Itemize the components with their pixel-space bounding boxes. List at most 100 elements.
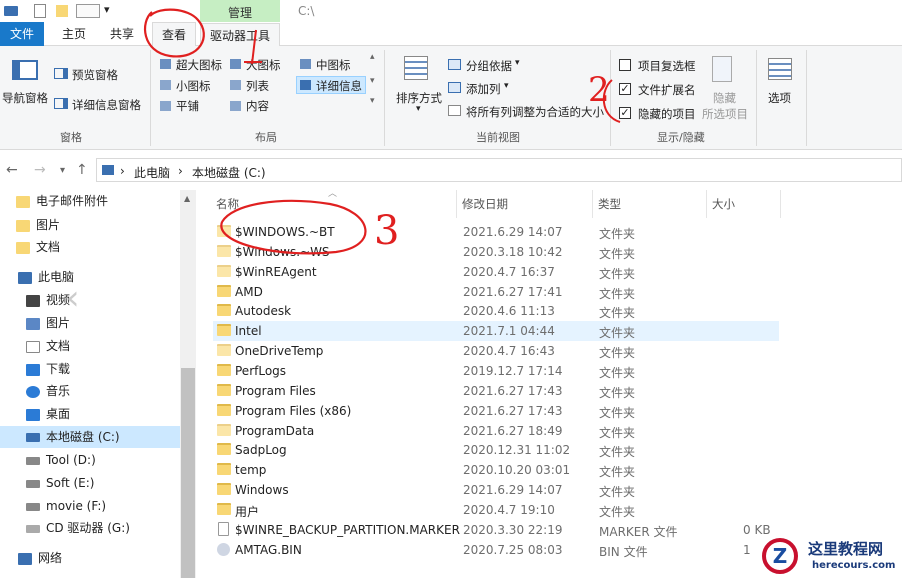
hidden-items-label[interactable]: 隐藏的项目	[638, 106, 696, 122]
table-row[interactable]: $WINRE_BACKUP_PARTITION.MARKER 2020.3.30 …	[213, 520, 779, 540]
nav-item[interactable]: 图片	[26, 312, 70, 334]
nav-item[interactable]: 文档	[16, 236, 60, 258]
manage-tab-label[interactable]: 管理	[228, 4, 252, 21]
table-row[interactable]: $WINDOWS.~BT 2021.6.29 14:07 文件夹	[213, 222, 779, 242]
nav-pane-button[interactable]: 导航窗格	[2, 90, 48, 106]
column-divider[interactable]	[706, 190, 707, 218]
file-type: 文件夹	[599, 385, 636, 400]
table-row[interactable]: Windows 2021.6.29 14:07 文件夹	[213, 480, 779, 500]
nav-item-selected[interactable]: 本地磁盘 (C:)	[0, 426, 180, 448]
layout-tiles[interactable]: 平铺	[176, 98, 199, 114]
sort-by-dropdown-icon[interactable]: ▾	[416, 104, 421, 114]
preview-pane-button[interactable]: 预览窗格	[72, 67, 118, 83]
table-row[interactable]: Intel 2021.7.1 04:44 文件夹	[213, 321, 779, 342]
file-date: 2021.6.27 17:41	[463, 284, 563, 299]
breadcrumb-this-pc[interactable]: 此电脑	[134, 164, 170, 181]
nav-item-label: 桌面	[46, 407, 71, 421]
layout-scroll-down-icon[interactable]: ▾	[370, 76, 375, 86]
tab-view[interactable]: 查看	[152, 22, 196, 46]
add-columns-dropdown-icon[interactable]: ▾	[504, 81, 509, 91]
table-row[interactable]: SadpLog 2020.12.31 11:02 文件夹	[213, 440, 779, 460]
quick-access-menu-icon[interactable]	[76, 4, 100, 18]
properties-icon[interactable]	[34, 4, 46, 18]
column-divider[interactable]	[592, 190, 593, 218]
nav-scrollbar-thumb[interactable]	[181, 368, 195, 578]
folder-icon	[217, 483, 231, 496]
layout-more-icon[interactable]: ▾	[370, 96, 375, 106]
tab-file[interactable]: 文件	[0, 22, 44, 46]
group-by-dropdown-icon[interactable]: ▾	[515, 58, 520, 68]
breadcrumb-drive[interactable]: 本地磁盘 (C:)	[192, 164, 266, 181]
layout-small-icons[interactable]: 小图标	[176, 78, 211, 94]
column-size[interactable]: 大小	[712, 196, 735, 212]
column-divider[interactable]	[456, 190, 457, 218]
folder-icon	[217, 304, 231, 317]
layout-xl-icons[interactable]: 超大图标	[176, 57, 222, 73]
layout-scroll-up-icon[interactable]: ▴	[370, 52, 375, 62]
ribbon: 导航窗格 预览窗格 详细信息窗格 窗格 超大图标 大图标 中图标 小图标 列表 …	[0, 46, 902, 150]
recent-dropdown-icon[interactable]: ▾	[60, 165, 65, 176]
table-row[interactable]: OneDriveTemp 2020.4.7 16:43 文件夹	[213, 341, 779, 361]
layout-details[interactable]: 详细信息	[316, 78, 362, 94]
nav-item[interactable]: CD 驱动器 (G:)	[26, 517, 130, 539]
tab-home[interactable]: 主页	[52, 22, 96, 46]
item-checkboxes-checkbox[interactable]	[619, 59, 631, 71]
details-pane-button[interactable]: 详细信息窗格	[72, 97, 141, 113]
group-by-button[interactable]: 分组依据	[466, 58, 512, 74]
options-button[interactable]: 选项	[768, 90, 791, 106]
nav-item[interactable]: 文档	[26, 335, 70, 357]
table-row[interactable]: temp 2020.10.20 03:01 文件夹	[213, 460, 779, 480]
tab-drive-tools[interactable]: 驱动器工具	[200, 23, 280, 47]
new-folder-icon[interactable]	[56, 5, 68, 17]
annotation-number-2: 2	[588, 70, 610, 110]
nav-item[interactable]: 下载	[26, 358, 70, 380]
layout-list[interactable]: 列表	[246, 78, 269, 94]
add-columns-button[interactable]: 添加列	[466, 81, 501, 97]
qat-dropdown-icon[interactable]: ▾	[104, 3, 110, 16]
nav-item[interactable]: Tool (D:)	[26, 449, 96, 471]
fit-columns-button[interactable]: 将所有列调整为合适的大小	[466, 104, 604, 120]
file-date: 2021.6.29 14:07	[463, 225, 563, 239]
hidden-items-checkbox[interactable]: ✓	[619, 107, 631, 119]
column-type[interactable]: 类型	[598, 196, 621, 212]
table-row[interactable]: Program Files 2021.6.27 17:43 文件夹	[213, 381, 779, 401]
tab-share[interactable]: 共享	[100, 22, 144, 46]
item-checkboxes-label[interactable]: 项目复选框	[638, 58, 696, 74]
nav-item-network[interactable]: 网络	[18, 547, 62, 569]
nav-item[interactable]: 音乐	[26, 380, 70, 402]
column-name[interactable]: 名称	[216, 196, 239, 212]
column-date[interactable]: 修改日期	[462, 196, 508, 212]
file-type: 文件夹	[599, 246, 636, 261]
table-row[interactable]: Program Files (x86) 2021.6.27 17:43 文件夹	[213, 401, 779, 421]
file-extensions-label[interactable]: 文件扩展名	[638, 82, 696, 98]
video-icon	[26, 294, 40, 307]
column-divider[interactable]	[780, 190, 781, 218]
nav-item[interactable]: 视频	[26, 289, 70, 311]
table-row[interactable]: ProgramData 2021.6.27 18:49 文件夹	[213, 421, 779, 441]
table-row[interactable]: AMD 2021.6.27 17:41 文件夹	[213, 282, 779, 302]
table-row[interactable]: $WinREAgent 2020.4.7 16:37 文件夹	[213, 262, 779, 282]
nav-pane-icon	[12, 60, 38, 80]
file-type: 文件夹	[599, 405, 636, 420]
back-arrow-icon[interactable]: ←	[6, 162, 18, 178]
nav-item[interactable]: 桌面	[26, 403, 70, 425]
table-row[interactable]: Autodesk 2020.4.6 11:13 文件夹	[213, 301, 779, 321]
up-arrow-icon[interactable]: ↑	[76, 162, 88, 178]
nav-item[interactable]: 图片	[16, 214, 60, 236]
layout-content[interactable]: 内容	[246, 98, 269, 114]
file-extensions-checkbox[interactable]: ✓	[619, 83, 631, 95]
scroll-up-icon[interactable]: ▲	[184, 194, 190, 203]
forward-arrow-icon[interactable]: →	[34, 162, 46, 178]
table-row[interactable]: 用户 2020.4.7 19:10 文件夹	[213, 500, 779, 520]
hide-selected-button[interactable]: 隐藏	[713, 90, 736, 106]
file-name: Windows	[235, 483, 289, 498]
layout-medium-icons[interactable]: 中图标	[316, 57, 351, 73]
nav-item[interactable]: movie (F:)	[26, 495, 106, 517]
table-row[interactable]: $Windows.~WS 2020.3.18 10:42 文件夹	[213, 242, 779, 262]
file-date: 2019.12.7 17:14	[463, 363, 563, 378]
nav-item[interactable]: Soft (E:)	[26, 472, 94, 494]
layout-large-icons[interactable]: 大图标	[246, 57, 281, 73]
table-row[interactable]: PerfLogs 2019.12.7 17:14 文件夹	[213, 361, 779, 381]
table-row[interactable]: AMTAG.BIN 2020.7.25 08:03 BIN 文件 1	[213, 540, 779, 560]
nav-item[interactable]: 电子邮件附件	[16, 190, 108, 212]
